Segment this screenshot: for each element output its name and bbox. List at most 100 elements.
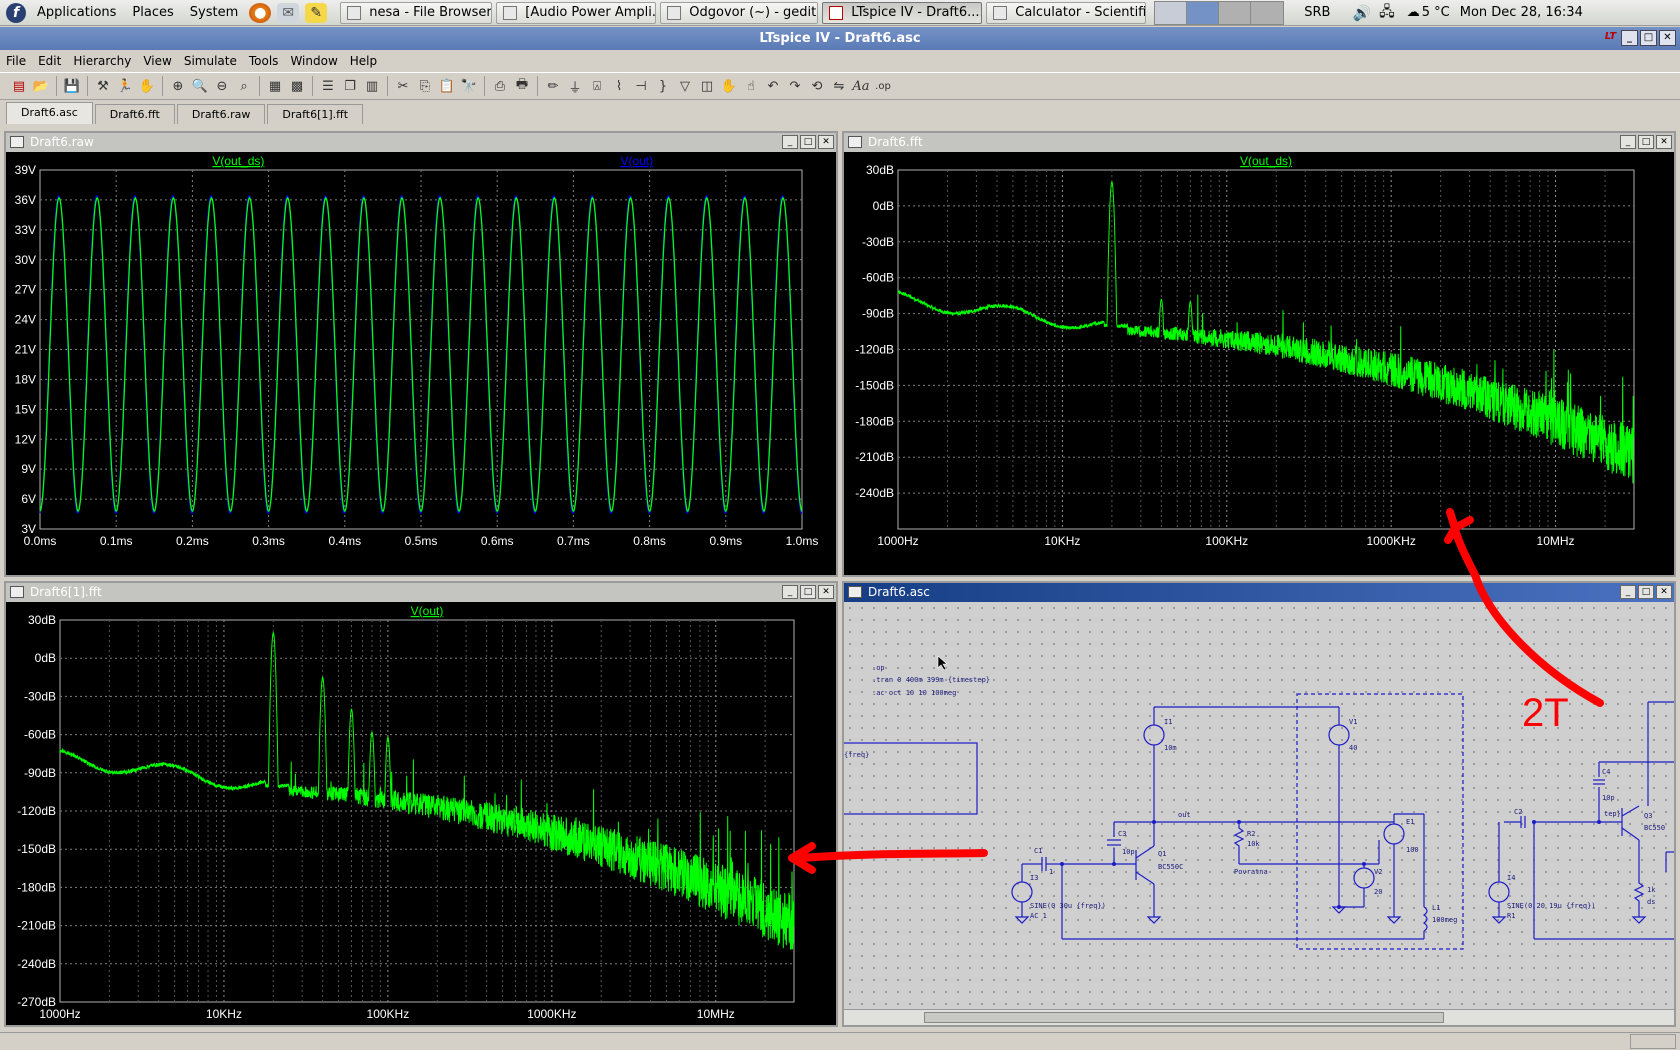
- menu-view[interactable]: View: [137, 54, 177, 68]
- draw-wire-icon[interactable]: ✏: [543, 76, 563, 96]
- fft1-close-button[interactable]: ✕: [818, 585, 834, 599]
- schematic-window-title-bar[interactable]: Draft6.asc _ □ ✕: [844, 583, 1674, 602]
- fft1-window-title-bar[interactable]: Draft6[1].fft _ □ ✕: [6, 583, 836, 602]
- workspace-1[interactable]: [1155, 1, 1188, 24]
- workspace-3[interactable]: [1219, 1, 1252, 24]
- cascade-icon[interactable]: ❐: [340, 76, 360, 96]
- drag-icon[interactable]: ☝: [741, 76, 761, 96]
- inductor-l1[interactable]: [1422, 906, 1428, 932]
- control-panel-icon[interactable]: ⚒: [93, 76, 113, 96]
- source-i3[interactable]: [1011, 881, 1033, 903]
- cut-icon[interactable]: ✂: [393, 76, 413, 96]
- menu-help[interactable]: Help: [344, 54, 383, 68]
- source-i1[interactable]: [1143, 724, 1165, 746]
- fft1-plot-area[interactable]: 1000Hz 10KHz 100KHz 1000KHz 10MHz 30dB 0dB -30d…: [6, 602, 836, 1025]
- resistor-icon[interactable]: ⌇: [609, 76, 629, 96]
- menu-hierarchy[interactable]: Hierarchy: [67, 54, 137, 68]
- task-calculator[interactable]: Calculator - Scientific: [986, 1, 1147, 24]
- raw-maximize-button[interactable]: □: [800, 135, 816, 149]
- workspace-switcher[interactable]: [1154, 0, 1285, 25]
- resistor-r2[interactable]: [1233, 822, 1245, 864]
- capacitor-icon[interactable]: ⊣: [631, 76, 651, 96]
- notes-launcher-icon[interactable]: ✎: [305, 2, 328, 23]
- raw-plot-svg[interactable]: 0.0ms 0.1ms 0.2ms 0.3ms 0.4ms 0.5ms 0.6ms 0.7ms…: [6, 152, 836, 575]
- schematic-canvas[interactable]: .op .tran 0 400m 399m {timestep} .ac oct…: [844, 602, 1674, 1009]
- schematic-window[interactable]: Draft6.asc _ □ ✕ .op .tran 0 400m 399m {…: [842, 581, 1676, 1027]
- text-icon[interactable]: Aa: [851, 76, 871, 96]
- fft1-window[interactable]: Draft6[1].fft _ □ ✕ 1000Hz 10KHz 100KHz 100…: [4, 581, 838, 1027]
- mirror-icon[interactable]: ⇋: [829, 76, 849, 96]
- network-icon[interactable]: 🖧: [1379, 1, 1395, 25]
- tile-horizontal-icon[interactable]: ☰: [318, 76, 338, 96]
- firefox-launcher-icon[interactable]: ●: [249, 2, 272, 23]
- tab-draft6-fft[interactable]: Draft6.fft: [94, 104, 175, 124]
- schematic-horizontal-scrollbar[interactable]: [844, 1009, 1674, 1025]
- fft-close-button[interactable]: ✕: [1656, 135, 1672, 149]
- copy-icon[interactable]: ⎘: [415, 76, 435, 96]
- spice-directive-icon[interactable]: .op: [873, 76, 893, 96]
- schematic-svg[interactable]: .op .tran 0 400m 399m {timestep} .ac oct…: [844, 602, 1674, 1009]
- keyboard-layout-indicator[interactable]: SRB: [1304, 5, 1330, 20]
- undo-icon[interactable]: ↶: [763, 76, 783, 96]
- fft1-plot-svg[interactable]: 1000Hz 10KHz 100KHz 1000KHz 10MHz 30dB 0dB -30d…: [6, 602, 836, 1025]
- schematic-close-button[interactable]: ✕: [1656, 585, 1672, 599]
- minimize-button[interactable]: _: [1621, 30, 1638, 46]
- fft1-maximize-button[interactable]: □: [800, 585, 816, 599]
- fft1-minimize-button[interactable]: _: [782, 585, 798, 599]
- resistor-r1[interactable]: [1633, 877, 1645, 917]
- zoom-pan-icon[interactable]: 🔍: [190, 76, 210, 96]
- menu-edit[interactable]: Edit: [32, 54, 67, 68]
- maximize-button[interactable]: □: [1640, 30, 1657, 46]
- weather-temperature[interactable]: 5 °C: [1422, 5, 1450, 20]
- print-setup-icon[interactable]: ⎙: [490, 76, 510, 96]
- zoom-out-icon[interactable]: ⊖: [212, 76, 232, 96]
- run-icon[interactable]: 🏃: [115, 76, 135, 96]
- scrollbar-thumb[interactable]: [924, 1012, 1444, 1023]
- zoom-fit-icon[interactable]: ⌕: [234, 76, 254, 96]
- raw-waveform-window[interactable]: Draft6.raw _ □ ✕ 0.0ms 0.1ms 0.2ms 0.3ms 0.4…: [4, 131, 838, 577]
- move-icon[interactable]: ✋: [719, 76, 739, 96]
- applications-menu[interactable]: Applications: [29, 0, 124, 26]
- system-menu[interactable]: System: [182, 0, 246, 26]
- raw-window-title-bar[interactable]: Draft6.raw _ □ ✕: [6, 133, 836, 152]
- save-icon[interactable]: 💾: [62, 76, 82, 96]
- fft-maximize-button[interactable]: □: [1638, 135, 1654, 149]
- inductor-icon[interactable]: }: [653, 76, 673, 96]
- fedora-logo-icon[interactable]: f: [6, 2, 26, 23]
- task-file-browser[interactable]: nesa - File Browser: [340, 1, 493, 24]
- autorange-icon[interactable]: ▦: [265, 76, 285, 96]
- menu-window[interactable]: Window: [284, 54, 343, 68]
- panel-clock[interactable]: Mon Dec 28, 16:34: [1460, 5, 1583, 20]
- rotate-icon[interactable]: ⟲: [807, 76, 827, 96]
- fft-plot-area[interactable]: 1000Hz 10KHz 100KHz 1000KHz 10MHz 30dB 0dB -30d…: [844, 152, 1674, 575]
- source-v1[interactable]: [1328, 724, 1350, 746]
- mail-launcher-icon[interactable]: ✉: [277, 2, 300, 23]
- print-icon[interactable]: 🖶: [512, 76, 532, 96]
- source-i4[interactable]: [1488, 881, 1510, 903]
- raw-plot-area[interactable]: 0.0ms 0.1ms 0.2ms 0.3ms 0.4ms 0.5ms 0.6ms 0.7ms…: [6, 152, 836, 575]
- source-v2[interactable]: [1353, 867, 1375, 889]
- label-net-icon[interactable]: ⍓: [587, 76, 607, 96]
- close-button[interactable]: ✕: [1659, 30, 1676, 46]
- raw-minimize-button[interactable]: _: [782, 135, 798, 149]
- find-icon[interactable]: 🔭: [459, 76, 479, 96]
- paste-icon[interactable]: 📋: [437, 76, 457, 96]
- task-gedit[interactable]: Odgovor (~) - gedit: [660, 1, 819, 24]
- tab-draft6-1-fft[interactable]: Draft6[1].fft: [267, 104, 364, 124]
- tab-draft6-asc[interactable]: Draft6.asc: [6, 102, 93, 124]
- halt-icon[interactable]: ✋: [137, 76, 157, 96]
- diode-icon[interactable]: ▽: [675, 76, 695, 96]
- component-icon[interactable]: ◫: [697, 76, 717, 96]
- grid-icon[interactable]: ▩: [287, 76, 307, 96]
- fft-plot-svg[interactable]: 1000Hz 10KHz 100KHz 1000KHz 10MHz 30dB 0dB -30d…: [844, 152, 1674, 575]
- new-schematic-icon[interactable]: ▤: [9, 76, 29, 96]
- open-icon[interactable]: 📂: [31, 76, 51, 96]
- workspace-2[interactable]: [1187, 1, 1220, 24]
- task-audio-amplifier[interactable]: [Audio Power Ampli...: [496, 1, 657, 24]
- menu-tools[interactable]: Tools: [243, 54, 285, 68]
- tile-vertical-icon[interactable]: ▥: [362, 76, 382, 96]
- schematic-maximize-button[interactable]: □: [1638, 585, 1654, 599]
- source-e1[interactable]: [1383, 823, 1405, 845]
- task-ltspice[interactable]: LTspice IV - Draft6....: [822, 1, 983, 24]
- redo-icon[interactable]: ↷: [785, 76, 805, 96]
